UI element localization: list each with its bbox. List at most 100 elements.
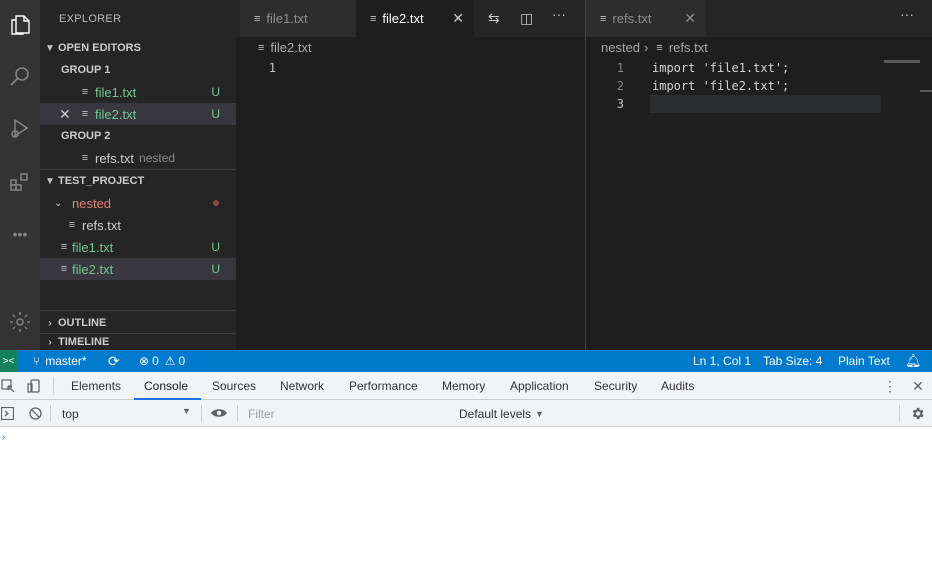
tab-network[interactable]: Network [280, 372, 324, 400]
split-editor-icon[interactable]: ◫ [520, 10, 533, 27]
sidebar-toggle-icon[interactable] [0, 406, 14, 420]
file-label: file2.txt [72, 261, 114, 277]
extensions-icon[interactable] [0, 162, 40, 202]
tab-memory[interactable]: Memory [442, 372, 485, 400]
toolbar-divider [899, 405, 900, 422]
tree-item-file2[interactable]: ≡ file2.txt U [40, 258, 236, 280]
activity-bar: ••• [0, 0, 40, 350]
file-label: refs.txt [82, 217, 122, 233]
tab-application[interactable]: Application [510, 372, 569, 400]
search-icon[interactable] [0, 56, 40, 96]
breadcrumb-folder[interactable]: nested [601, 40, 640, 55]
gear-icon[interactable] [0, 302, 40, 342]
kebab-menu-icon[interactable]: ⋮ [883, 378, 897, 394]
more-actions-icon[interactable]: ··· [900, 6, 914, 22]
breadcrumb-file[interactable]: refs.txt [669, 40, 708, 55]
scrollbar-marker [920, 90, 932, 92]
compare-changes-icon[interactable]: ⇆ [488, 10, 500, 27]
toolbar-divider [50, 405, 51, 422]
log-levels-label: Default levels [459, 406, 532, 421]
close-icon[interactable]: ✕ [910, 378, 926, 394]
tab-console[interactable]: Console [144, 372, 188, 400]
tab-file1[interactable]: ≡ file1.txt [240, 0, 356, 37]
breadcrumb: nested › ≡ refs.txt [601, 40, 708, 55]
files-icon[interactable] [0, 5, 40, 45]
breadcrumb-file[interactable]: file2.txt [270, 40, 311, 55]
console-prompt-icon[interactable]: › [2, 432, 5, 443]
line-number: 1 [616, 61, 624, 75]
sidebar-title: EXPLORER [59, 13, 122, 25]
minimap[interactable] [884, 60, 920, 63]
section-divider [40, 310, 236, 311]
file-icon: ≡ [60, 263, 68, 275]
filter-input[interactable]: Filter [248, 400, 275, 427]
context-selector[interactable]: top [62, 400, 79, 427]
file-icon: ≡ [81, 108, 89, 120]
untracked-badge: U [211, 240, 220, 254]
tab-sources[interactable]: Sources [212, 372, 256, 400]
warning-count: 0 [178, 354, 186, 368]
tab-performance[interactable]: Performance [349, 372, 418, 400]
close-icon[interactable]: ✕ [59, 106, 73, 123]
close-icon[interactable]: ✕ [452, 11, 464, 25]
close-icon[interactable]: ✕ [684, 11, 696, 25]
more-actions-icon[interactable]: ··· [552, 6, 566, 22]
right-tab-bar: ≡ refs.txt ✕ ··· [586, 0, 932, 37]
tab-refs[interactable]: ≡ refs.txt ✕ [586, 0, 706, 37]
device-toolbar-icon[interactable] [26, 378, 42, 394]
problems-indicator[interactable]: ⊗ 0 ⚠ 0 [139, 350, 185, 372]
toolbar-divider [237, 405, 238, 422]
chevron-right-icon: › [644, 40, 649, 55]
toolbar-divider [201, 405, 202, 422]
devtools-tab-bar: Elements Console Sources Network Perform… [0, 372, 932, 400]
tab-elements[interactable]: Elements [71, 372, 121, 400]
warning-icon: ⚠ [164, 354, 176, 368]
group2-label: GROUP 2 [61, 130, 111, 142]
file-icon: ≡ [600, 12, 607, 25]
project-header[interactable]: ▼ TEST_PROJECT [40, 170, 236, 192]
cursor-position[interactable]: Ln 1, Col 1 [693, 350, 751, 372]
editor-group-divider[interactable] [585, 0, 586, 350]
language-mode[interactable]: Plain Text [838, 350, 890, 372]
eye-icon[interactable] [209, 405, 229, 421]
open-editor-item-file2[interactable]: ✕ ≡ file2.txt U [40, 103, 236, 125]
toolbar-divider [53, 377, 54, 394]
more-icon[interactable]: ••• [0, 214, 40, 254]
chevron-down-icon: ⌄ [54, 197, 63, 209]
status-bar: >< ⑂ master* ⟳ ⊗ 0 ⚠ 0 Ln 1, Col 1 Tab S… [0, 350, 932, 372]
tab-audits[interactable]: Audits [661, 372, 694, 400]
devtools-panel: Elements Console Sources Network Perform… [0, 372, 932, 572]
file-icon: ≡ [81, 152, 89, 164]
inspect-element-icon[interactable] [0, 378, 16, 394]
group1-label: GROUP 1 [61, 64, 111, 76]
breadcrumb: ≡ file2.txt [252, 40, 312, 55]
open-editor-item-file1[interactable]: ≡ file1.txt U [40, 81, 236, 103]
outline-header[interactable]: › OUTLINE [40, 312, 236, 334]
tab-security[interactable]: Security [594, 372, 637, 400]
file-icon: ≡ [370, 12, 377, 25]
file-icon: ≡ [68, 219, 76, 231]
timeline-header[interactable]: › TIMELINE [40, 334, 236, 350]
code-line: import 'file2.txt'; [652, 79, 790, 93]
open-editors-header[interactable]: ▼ OPEN EDITORS [40, 37, 236, 59]
tree-item-refs[interactable]: ≡ refs.txt [40, 214, 236, 236]
branch-indicator[interactable]: ⑂ master* [33, 350, 87, 372]
line-number: 2 [616, 79, 624, 93]
sync-icon[interactable]: ⟳ [108, 350, 120, 372]
log-levels-dropdown[interactable]: Default levels ▼ [459, 400, 544, 427]
gear-icon[interactable] [909, 405, 926, 422]
clear-console-icon[interactable] [28, 406, 42, 420]
tree-folder-nested[interactable]: ⌄ nested [40, 192, 236, 214]
open-editor-item-refs[interactable]: ≡ refs.txt nested [40, 147, 236, 169]
open-editor-label: file1.txt [95, 84, 137, 100]
open-editor-label: refs.txt [95, 150, 135, 166]
tab-size[interactable]: Tab Size: 4 [763, 350, 822, 372]
run-debug-icon[interactable] [0, 108, 40, 148]
remote-icon[interactable]: >< [0, 350, 17, 372]
line-number: 3 [616, 97, 624, 111]
project-label: TEST_PROJECT [58, 175, 145, 187]
folder-label: nested [72, 195, 112, 211]
bell-icon[interactable]: 🔔︎ [905, 350, 922, 372]
tree-item-file1[interactable]: ≡ file1.txt U [40, 236, 236, 258]
tab-file2[interactable]: ≡ file2.txt ✕ [356, 0, 474, 37]
